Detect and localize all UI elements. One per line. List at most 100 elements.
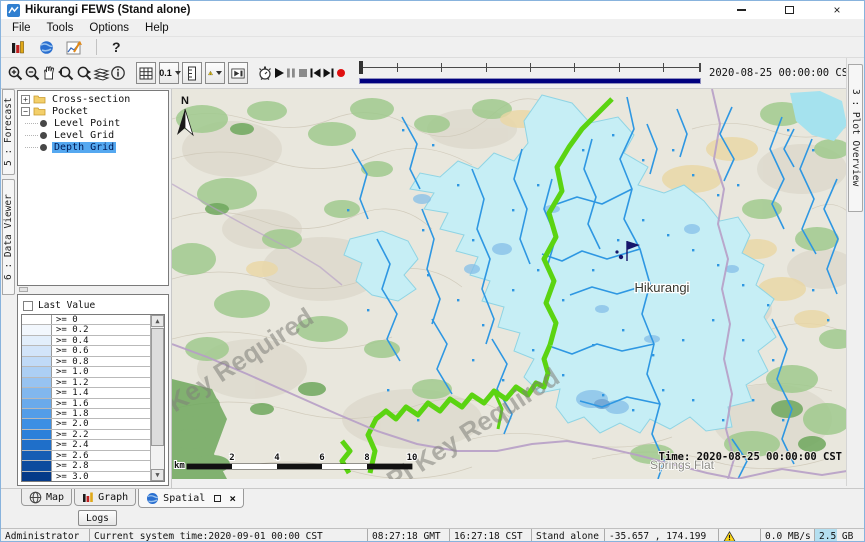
scroll-down-icon[interactable]: ▼ <box>151 469 164 481</box>
map-toolbar: 0.1 <box>1 58 864 89</box>
menu-tools[interactable]: Tools <box>40 21 81 35</box>
legend-row: >= 2.8 <box>22 461 150 471</box>
grid-display-button[interactable] <box>136 62 156 84</box>
pause-button[interactable] <box>285 63 297 83</box>
legend-swatch <box>22 440 52 449</box>
map-globe-icon[interactable] <box>35 37 57 57</box>
svg-text:6: 6 <box>319 453 324 463</box>
skip-start-button[interactable] <box>309 63 322 83</box>
status-local-time: 16:27:18 CST <box>449 529 531 542</box>
status-warning-cell[interactable] <box>718 529 760 542</box>
node-bullet-icon <box>40 120 47 127</box>
legend-row: >= 2.0 <box>22 419 150 429</box>
timeseries-chart-icon[interactable] <box>63 37 85 57</box>
zoom-in-icon[interactable] <box>7 63 24 83</box>
legend-swatch <box>22 388 52 397</box>
maximize-icon[interactable] <box>778 3 800 17</box>
node-bullet-icon <box>40 132 47 139</box>
legend-scrollbar[interactable]: ▲ ▼ <box>150 315 164 481</box>
legend-row: >= 2.6 <box>22 451 150 461</box>
record-button[interactable] <box>335 63 347 83</box>
database-icon[interactable] <box>7 37 29 57</box>
tab-spatial[interactable]: Spatial × <box>138 489 244 508</box>
help-button[interactable]: ? <box>108 39 125 55</box>
legend-panel: Last Value >= 0 >= 0.2 >= 0.4 >= 0.6 >= … <box>17 294 169 486</box>
contour-interval-dropdown[interactable]: 0.1 <box>159 62 179 84</box>
tree-item-depth-grid[interactable]: Depth Grid <box>21 141 168 153</box>
legend-swatch <box>22 367 52 376</box>
tree-item-cross-section[interactable]: + Cross-section <box>21 93 168 105</box>
time-span-bar <box>359 78 701 84</box>
legend-row: >= 0 <box>22 315 150 325</box>
info-icon[interactable] <box>110 63 126 83</box>
warnings-dropdown[interactable] <box>205 62 225 84</box>
scroll-up-icon[interactable]: ▲ <box>151 315 164 327</box>
last-value-checkbox[interactable] <box>23 301 33 311</box>
panel-splitter[interactable] <box>17 286 169 294</box>
tree-item-level-grid[interactable]: Level Grid <box>21 129 168 141</box>
left-tab-strip: 5 : Forecast 6 : Data Viewer <box>1 89 16 488</box>
scroll-thumb[interactable] <box>151 328 164 446</box>
svg-text:2: 2 <box>229 453 234 463</box>
node-bullet-icon <box>40 144 47 151</box>
panel-tab-bar: Map Graph Spatial × <box>1 488 864 508</box>
menu-help[interactable]: Help <box>138 21 176 35</box>
status-gmt-time: 08:27:18 GMT <box>367 529 449 542</box>
stop-button[interactable] <box>297 63 309 83</box>
skip-end-button[interactable] <box>322 63 335 83</box>
close-panel-icon[interactable]: × <box>229 492 236 505</box>
legend-row: >= 1.8 <box>22 409 150 419</box>
legend-row: >= 2.4 <box>22 440 150 450</box>
filter-tree: + Cross-section − Pocket Level Point <box>17 90 169 286</box>
svg-text:10: 10 <box>407 453 418 463</box>
logs-row: Logs <box>1 508 864 528</box>
zoom-next-icon[interactable] <box>75 63 93 83</box>
right-tab-strip: 3 : Plot Overview <box>846 58 864 486</box>
logs-button[interactable]: Logs <box>78 510 117 526</box>
menu-options[interactable]: Options <box>82 21 136 35</box>
collapse-icon[interactable]: − <box>21 107 30 116</box>
time-slider[interactable] <box>359 60 701 86</box>
stopwatch-icon[interactable] <box>257 63 273 83</box>
town-label: Hikurangi <box>635 280 690 295</box>
tree-item-pocket[interactable]: − Pocket <box>21 105 168 117</box>
pan-hand-icon[interactable] <box>41 63 57 83</box>
svg-text:N: N <box>181 95 189 107</box>
tab-graph[interactable]: Graph <box>74 489 136 506</box>
play-button[interactable] <box>273 63 285 83</box>
expand-icon[interactable]: + <box>21 95 30 104</box>
tab-data-viewer[interactable]: 6 : Data Viewer <box>2 179 15 295</box>
current-datetime: 2020-08-25 00:00:00 CST <box>709 67 854 79</box>
ruler-button[interactable] <box>182 62 202 84</box>
legend-swatch <box>22 378 52 387</box>
menu-file[interactable]: File <box>5 21 38 35</box>
main-area: 5 : Forecast 6 : Data Viewer + Cross-sec… <box>1 89 864 488</box>
interval-value: 0.1 <box>159 68 172 78</box>
map-time-label: Time: 2020-08-25 00:00:00 CST <box>659 451 842 463</box>
minimize-icon[interactable] <box>730 3 752 17</box>
tab-plot-overview[interactable]: 3 : Plot Overview <box>848 64 863 212</box>
legend-swatch <box>22 419 52 428</box>
tab-map[interactable]: Map <box>21 489 72 506</box>
chevron-down-icon <box>175 71 181 75</box>
legend-row: >= 0.4 <box>22 336 150 346</box>
legend-table: >= 0 >= 0.2 >= 0.4 >= 0.6 >= 0.8 >= 1.0 … <box>21 314 165 482</box>
status-user: Administrator <box>1 529 89 542</box>
spatial-map[interactable]: API Key Required API Key Required Hikura… <box>171 89 864 488</box>
bar-chart-icon <box>82 491 94 503</box>
zoom-out-icon[interactable] <box>24 63 41 83</box>
zoom-previous-icon[interactable] <box>57 63 75 83</box>
tree-item-level-point[interactable]: Level Point <box>21 117 168 129</box>
globe-icon <box>146 492 159 505</box>
time-slider-handle[interactable] <box>359 61 363 74</box>
legend-row: >= 2.2 <box>22 430 150 440</box>
layers-icon[interactable] <box>93 63 110 83</box>
legend-row: >= 1.4 <box>22 388 150 398</box>
map-canvas[interactable]: API Key Required API Key Required Hikura… <box>172 89 847 479</box>
tab-forecast[interactable]: 5 : Forecast <box>2 89 15 175</box>
legend-row: >= 1.6 <box>22 399 150 409</box>
animation-button[interactable] <box>228 62 248 84</box>
maximize-panel-icon[interactable] <box>214 495 221 502</box>
close-icon[interactable]: × <box>826 3 848 17</box>
svg-text:4: 4 <box>274 453 280 463</box>
